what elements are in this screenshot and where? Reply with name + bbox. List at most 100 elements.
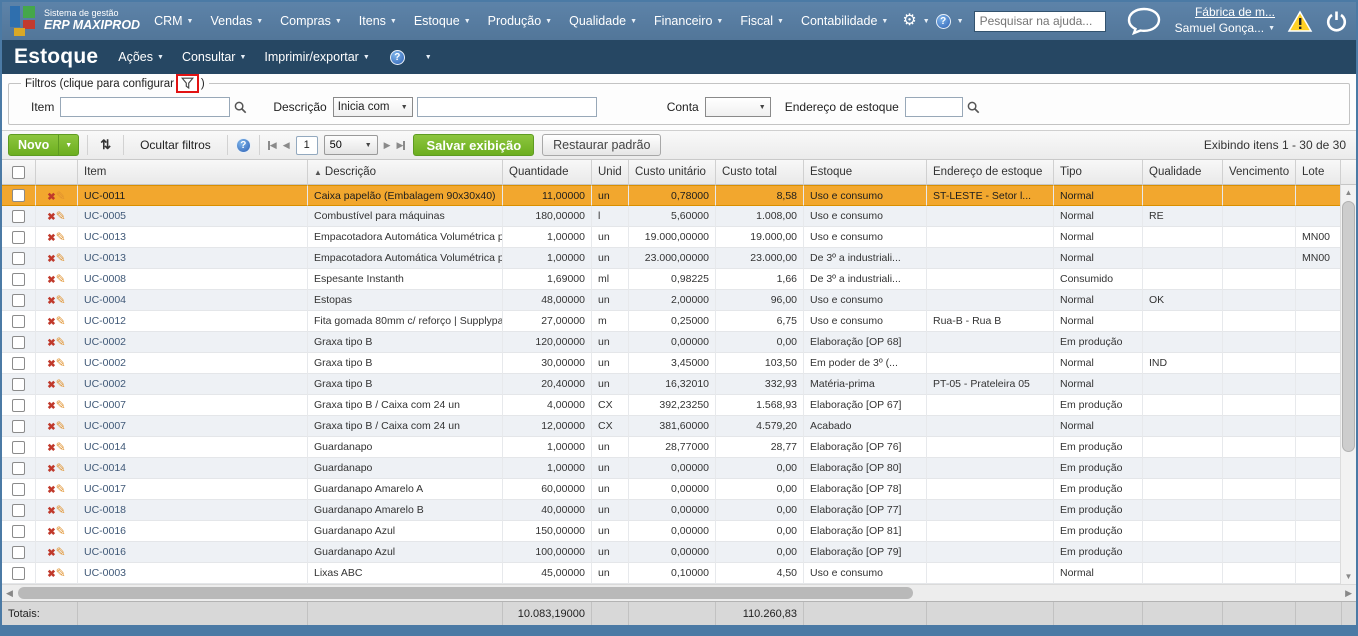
row-checkbox[interactable] bbox=[12, 231, 25, 244]
vertical-scrollbar-thumb[interactable] bbox=[1342, 201, 1355, 452]
column-header-quantidade[interactable]: Quantidade bbox=[503, 160, 592, 185]
edit-row-icon[interactable]: ✎ bbox=[56, 482, 66, 496]
edit-row-icon[interactable]: ✎ bbox=[56, 356, 66, 370]
delete-row-icon[interactable]: ✖ bbox=[47, 233, 55, 244]
topbar-menu-compras[interactable]: Compras▼ bbox=[280, 14, 342, 28]
page-number-input[interactable] bbox=[296, 136, 318, 155]
edit-row-icon[interactable]: ✎ bbox=[56, 189, 66, 203]
column-header-endereco-de-estoque[interactable]: Endereço de estoque bbox=[927, 160, 1054, 185]
edit-row-icon[interactable]: ✎ bbox=[56, 461, 66, 475]
item-search-icon[interactable] bbox=[234, 101, 247, 114]
power-logout-icon[interactable] bbox=[1325, 10, 1348, 33]
company-link[interactable]: Fábrica de m... bbox=[1175, 5, 1275, 21]
settings-dropdown-arrow-icon[interactable]: ▼ bbox=[923, 18, 930, 25]
edit-row-icon[interactable]: ✎ bbox=[56, 524, 66, 538]
delete-row-icon[interactable]: ✖ bbox=[47, 275, 55, 286]
row-checkbox[interactable] bbox=[12, 420, 25, 433]
table-row[interactable]: ✖✎ UC-0016Guardanapo Azul100,00000un0,00… bbox=[2, 542, 1342, 563]
row-checkbox[interactable] bbox=[12, 441, 25, 454]
edit-row-icon[interactable]: ✎ bbox=[56, 419, 66, 433]
row-checkbox[interactable] bbox=[12, 252, 25, 265]
delete-row-icon[interactable]: ✖ bbox=[47, 338, 55, 349]
table-row[interactable]: ✖✎ UC-0014Guardanapo1,00000un0,000000,00… bbox=[2, 458, 1342, 479]
filters-legend[interactable]: Filtros (clique para configurar ) bbox=[21, 74, 209, 93]
app-logo[interactable]: Sistema de gestão ERP MAXIPROD bbox=[10, 6, 140, 36]
first-page-button[interactable]: ◀ bbox=[268, 140, 277, 151]
edit-row-icon[interactable]: ✎ bbox=[56, 545, 66, 559]
delete-row-icon[interactable]: ✖ bbox=[47, 212, 55, 223]
row-checkbox[interactable] bbox=[12, 294, 25, 307]
help-dropdown-arrow-icon[interactable]: ▼ bbox=[957, 18, 964, 25]
scroll-right-icon[interactable]: ▶ bbox=[1345, 588, 1352, 599]
page-menu-consultar[interactable]: Consultar▼ bbox=[182, 50, 246, 64]
delete-row-icon[interactable]: ✖ bbox=[47, 401, 55, 412]
delete-row-icon[interactable]: ✖ bbox=[47, 506, 55, 517]
topbar-menu-financeiro[interactable]: Financeiro▼ bbox=[654, 14, 723, 28]
delete-row-icon[interactable]: ✖ bbox=[47, 443, 55, 454]
row-checkbox[interactable] bbox=[12, 567, 25, 580]
delete-row-icon[interactable]: ✖ bbox=[47, 192, 55, 203]
edit-row-icon[interactable]: ✎ bbox=[56, 314, 66, 328]
salvar-exibicao-button[interactable]: Salvar exibição bbox=[413, 134, 534, 156]
page-menu-acoes[interactable]: Ações▼ bbox=[118, 50, 164, 64]
row-checkbox[interactable] bbox=[12, 504, 25, 517]
table-row[interactable]: ✖✎ UC-0002Graxa tipo B30,00000un3,450001… bbox=[2, 353, 1342, 374]
topbar-menu-qualidade[interactable]: Qualidade▼ bbox=[569, 14, 637, 28]
topbar-menu-fiscal[interactable]: Fiscal▼ bbox=[740, 14, 784, 28]
settings-gear-icon[interactable]: ⚙ bbox=[902, 13, 916, 29]
user-menu[interactable]: Samuel Gonça... ▼ bbox=[1175, 21, 1275, 37]
column-header-item[interactable]: Item bbox=[78, 160, 308, 185]
topbar-menu-crm[interactable]: CRM▼ bbox=[154, 14, 193, 28]
edit-row-icon[interactable]: ✎ bbox=[56, 251, 66, 265]
table-row[interactable]: ✖✎ UC-0005Combustível para máquinas180,0… bbox=[2, 206, 1342, 227]
edit-row-icon[interactable]: ✎ bbox=[56, 398, 66, 412]
edit-row-icon[interactable]: ✎ bbox=[56, 272, 66, 286]
table-row[interactable]: ✖✎ UC-0016Guardanapo Azul150,00000un0,00… bbox=[2, 521, 1342, 542]
table-row[interactable]: ✖✎ UC-0004Estopas48,00000un2,0000096,00U… bbox=[2, 290, 1342, 311]
row-checkbox[interactable] bbox=[12, 273, 25, 286]
column-header-custo-total[interactable]: Custo total bbox=[716, 160, 804, 185]
table-row[interactable]: ✖✎ UC-0002Graxa tipo B120,00000un0,00000… bbox=[2, 332, 1342, 353]
novo-button[interactable]: Novo ▼ bbox=[8, 134, 79, 156]
last-page-button[interactable]: ▶ bbox=[397, 140, 406, 151]
column-header-custo-unitario[interactable]: Custo unitário bbox=[629, 160, 716, 185]
horizontal-scrollbar-thumb[interactable] bbox=[18, 587, 913, 599]
descricao-filter-input[interactable] bbox=[417, 97, 597, 117]
restaurar-padrao-button[interactable]: Restaurar padrão bbox=[542, 134, 661, 156]
row-checkbox[interactable] bbox=[12, 210, 25, 223]
scroll-left-icon[interactable]: ◀ bbox=[6, 588, 13, 599]
prev-page-button[interactable]: ◀ bbox=[283, 140, 290, 151]
row-checkbox[interactable] bbox=[12, 357, 25, 370]
table-row[interactable]: ✖✎ UC-0003Lixas ABC45,00000un0,100004,50… bbox=[2, 563, 1342, 584]
ocultar-filtros-button[interactable]: Ocultar filtros bbox=[132, 138, 219, 152]
edit-row-icon[interactable]: ✎ bbox=[56, 293, 66, 307]
table-row[interactable]: ✖✎ UC-0018Guardanapo Amarelo B40,00000un… bbox=[2, 500, 1342, 521]
delete-row-icon[interactable]: ✖ bbox=[47, 569, 55, 580]
topbar-menu-vendas[interactable]: Vendas▼ bbox=[210, 14, 263, 28]
page-size-select[interactable]: 50▼ bbox=[324, 135, 378, 155]
edit-row-icon[interactable]: ✎ bbox=[56, 503, 66, 517]
edit-row-icon[interactable]: ✎ bbox=[56, 377, 66, 391]
table-row[interactable]: ✖✎ UC-0017Guardanapo Amarelo A60,00000un… bbox=[2, 479, 1342, 500]
topbar-menu-estoque[interactable]: Estoque▼ bbox=[414, 14, 471, 28]
conta-select[interactable]: ▼ bbox=[705, 97, 771, 117]
column-header-tipo[interactable]: Tipo bbox=[1054, 160, 1143, 185]
refresh-icon[interactable]: ⇅ bbox=[96, 137, 115, 153]
delete-row-icon[interactable]: ✖ bbox=[47, 359, 55, 370]
delete-row-icon[interactable]: ✖ bbox=[47, 254, 55, 265]
column-header-vencimento[interactable]: Vencimento bbox=[1223, 160, 1296, 185]
row-checkbox[interactable] bbox=[12, 483, 25, 496]
page-more-dropdown-arrow-icon[interactable]: ▼ bbox=[425, 54, 432, 61]
help-icon[interactable]: ? bbox=[936, 14, 951, 29]
page-help-icon[interactable]: ? bbox=[390, 50, 405, 65]
edit-row-icon[interactable]: ✎ bbox=[56, 209, 66, 223]
table-row[interactable]: ✖✎ UC-0013Empacotadora Automática Volumé… bbox=[2, 227, 1342, 248]
table-row[interactable]: ✖✎ UC-0007Graxa tipo B / Caixa com 24 un… bbox=[2, 416, 1342, 437]
table-row[interactable]: ✖✎ UC-0012Fita gomada 80mm c/ reforço | … bbox=[2, 311, 1342, 332]
topbar-menu-contabilidade[interactable]: Contabilidade▼ bbox=[801, 14, 888, 28]
help-search-input[interactable] bbox=[974, 11, 1106, 32]
edit-row-icon[interactable]: ✎ bbox=[56, 440, 66, 454]
delete-row-icon[interactable]: ✖ bbox=[47, 296, 55, 307]
row-checkbox[interactable] bbox=[12, 525, 25, 538]
item-filter-input[interactable] bbox=[60, 97, 230, 117]
